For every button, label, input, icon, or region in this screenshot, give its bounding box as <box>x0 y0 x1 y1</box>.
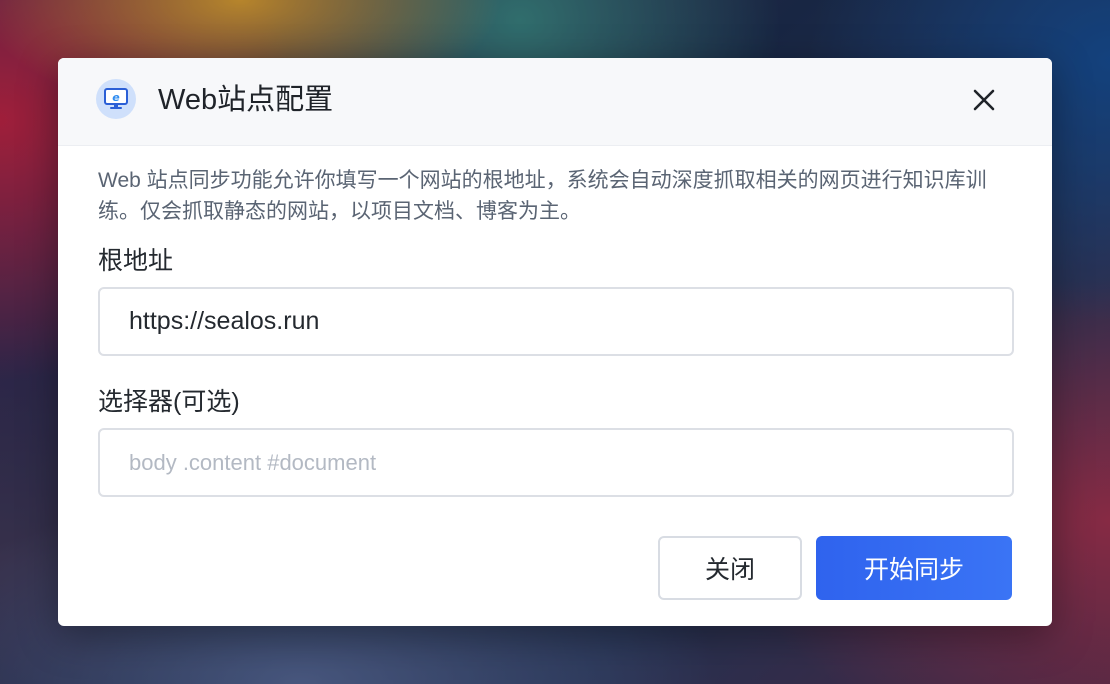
selector-input[interactable] <box>98 428 1014 497</box>
dialog-header: e Web站点配置 <box>58 58 1052 146</box>
svg-text:e: e <box>112 91 120 104</box>
root-url-input[interactable] <box>98 287 1014 356</box>
dialog-body: Web 站点同步功能允许你填写一个网站的根地址，系统会自动深度抓取相关的网页进行… <box>58 165 1052 497</box>
root-url-label: 根地址 <box>98 247 174 275</box>
dialog-footer: 关闭 开始同步 <box>658 536 1012 600</box>
selector-label: 选择器(可选) <box>98 388 240 416</box>
dialog-description: Web 站点同步功能允许你填写一个网站的根地址，系统会自动深度抓取相关的网页进行… <box>98 169 987 223</box>
dialog-title: Web站点配置 <box>158 84 334 116</box>
start-sync-button[interactable]: 开始同步 <box>816 536 1012 600</box>
web-monitor-icon: e <box>96 79 136 119</box>
web-site-config-dialog: e Web站点配置 Web 站点同步功能允许你填写一个网站的根地址，系统会自动深… <box>58 58 1052 626</box>
close-button[interactable]: 关闭 <box>658 536 802 600</box>
close-icon[interactable] <box>968 84 1000 116</box>
